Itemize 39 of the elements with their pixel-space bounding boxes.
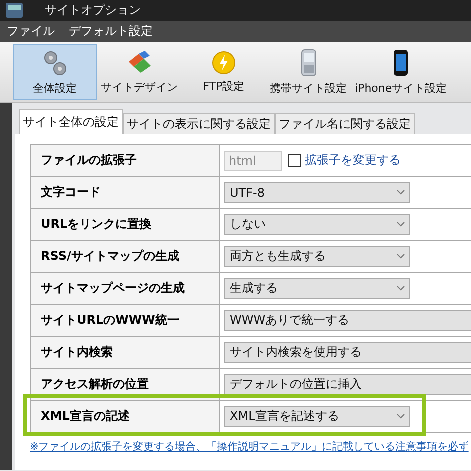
gears-icon [42, 48, 68, 76]
dropdown[interactable]: デフォルトの位置に挿入 [224, 374, 471, 395]
note-link[interactable]: ※ファイルの拡張子を変更する場合、「操作説明マニュアル」に記載している注意事項を必ず [30, 440, 469, 454]
window-title: サイトオプション [45, 2, 141, 19]
dropdown[interactable]: サイト内検索を使用する [224, 342, 471, 363]
menu-item[interactable]: デフォルト設定 [66, 22, 156, 41]
dropdown[interactable]: WWWありで統一する [224, 310, 471, 331]
app-icon [6, 3, 23, 18]
dropdown[interactable]: 両方とも生成する [224, 246, 410, 267]
dropdown[interactable]: しない [224, 214, 410, 235]
setting-label: サイトマップページの生成 [30, 272, 220, 304]
tab[interactable]: サイト全体の設定 [19, 109, 123, 134]
tab[interactable]: サイトの表示に関する設定 [123, 113, 275, 134]
caret-icon [397, 254, 405, 259]
dropdown[interactable]: 生成する [224, 278, 410, 299]
setting-label: ファイルの拡張子 [30, 144, 220, 176]
caret-icon [397, 286, 405, 291]
toolbar-button[interactable]: サイトデザイン [97, 44, 182, 100]
toolbar-button[interactable]: iPhoneサイト設定 [351, 44, 452, 100]
setting-label: URLをリンクに置換 [30, 208, 220, 240]
toolbar-button[interactable]: 携帯サイト設定 [266, 44, 351, 100]
caret-icon [397, 414, 405, 419]
caret-icon [397, 222, 405, 227]
dropdown[interactable]: XML宣言を記述する [224, 406, 410, 427]
setting-label: 文字コード [30, 176, 220, 208]
setting-label: RSS/サイトマップの生成 [30, 240, 220, 272]
setting-label: サイト内検索 [30, 336, 220, 368]
smartphone-icon [393, 48, 410, 76]
toolbar-button[interactable]: FTP設定 [182, 44, 266, 100]
tab[interactable]: ファイル名に関する設定 [275, 113, 415, 134]
phone-icon [300, 48, 316, 76]
toolbar-button[interactable]: 全体設定 [13, 44, 97, 100]
menu-item[interactable]: ファイル [4, 22, 58, 41]
caret-icon [397, 190, 405, 195]
dropdown[interactable]: UTF-8 [224, 182, 410, 203]
setting-label: XML宣言の記述 [30, 400, 220, 432]
lightning-icon [212, 50, 236, 74]
setting-label: サイトURLのWWW統一 [30, 304, 220, 336]
blocks-icon [126, 50, 152, 76]
